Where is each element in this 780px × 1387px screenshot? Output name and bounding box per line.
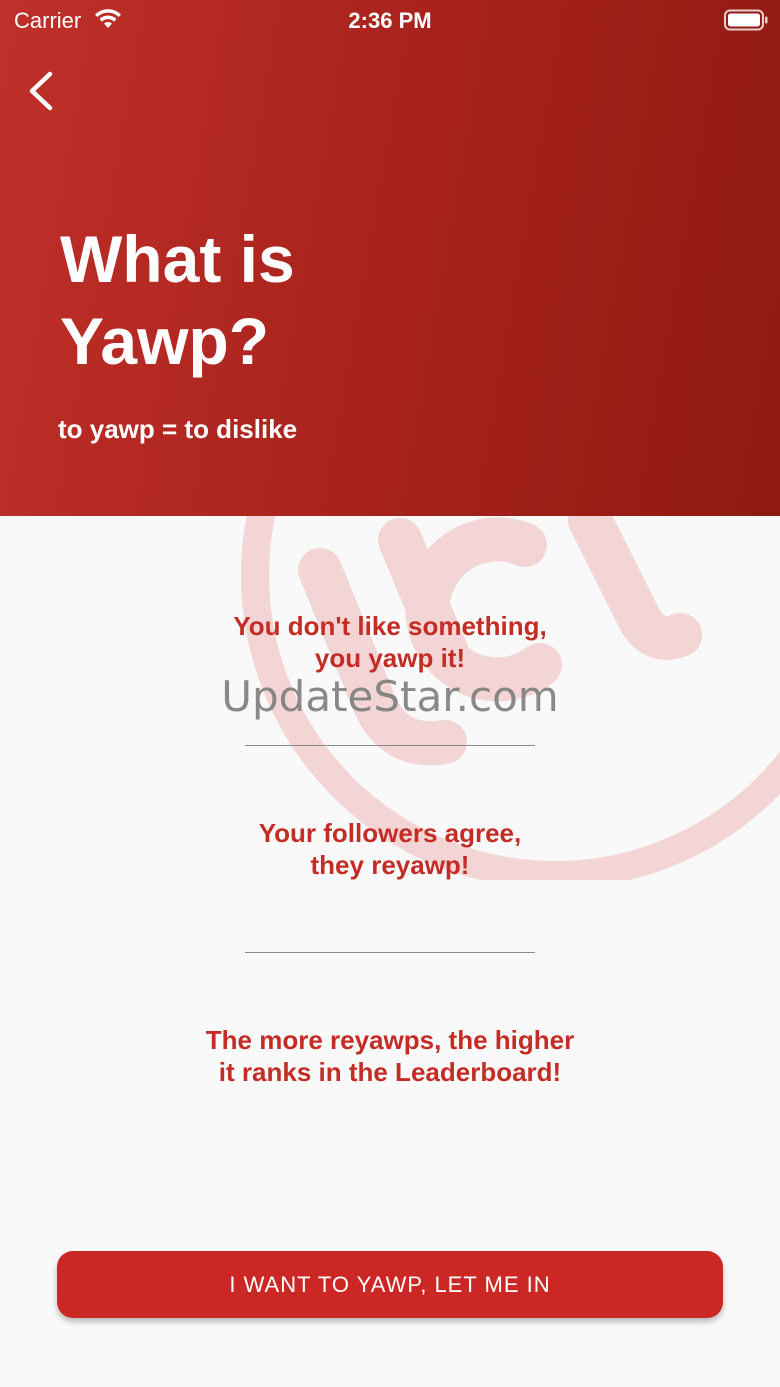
info-block-leaderboard-line1: The more reyawps, the higher [205,1025,575,1055]
let-me-in-button-label: I WANT TO YAWP, LET ME IN [229,1271,551,1297]
info-block-yawp-line2: you yawp it! [314,643,466,673]
info-block-reyawp-line1: Your followers agree, [258,818,522,848]
battery-icon [724,9,768,31]
info-block-leaderboard: The more reyawps, the higher it ranks in… [0,1024,780,1088]
info-block-reyawp-line2: they reyawp! [310,850,470,880]
let-me-in-button[interactable]: I WANT TO YAWP, LET ME IN [57,1251,723,1318]
status-time: 2:36 PM [348,8,432,33]
info-block-leaderboard-line2: it ranks in the Leaderboard! [218,1057,562,1087]
info-block-yawp-line1: You don't like something, [233,611,547,641]
page-title-line2: Yawp? [60,304,270,378]
info-block-yawp: You don't like something, you yawp it! [0,610,780,674]
back-button[interactable] [24,68,64,114]
info-block-reyawp: Your followers agree, they reyawp! [0,817,780,881]
divider [245,745,535,746]
site-watermark: UpdateStar.com [221,672,559,721]
page-title-line1: What is [60,222,295,296]
page-title: What is Yawp? [60,218,560,382]
chevron-left-icon [29,71,53,111]
divider [245,952,535,953]
status-bar: Carrier 2:36 PM [0,0,780,40]
